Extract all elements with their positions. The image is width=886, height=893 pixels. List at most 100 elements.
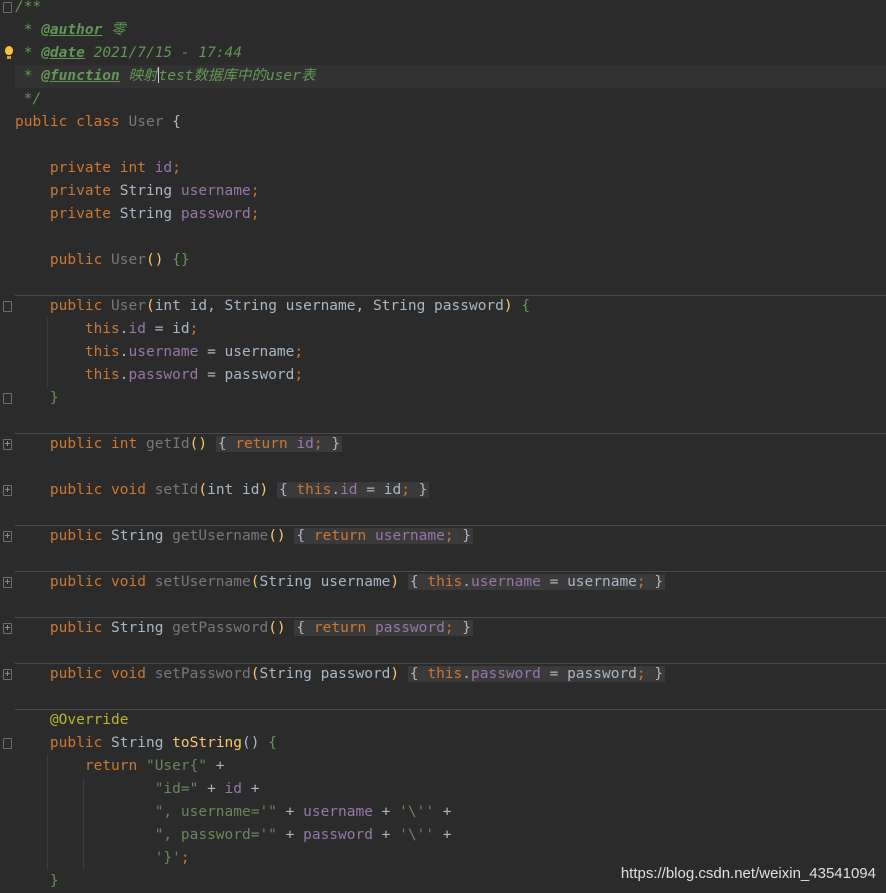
expand-icon[interactable]	[3, 669, 12, 680]
fold-toggle-icon[interactable]	[3, 301, 12, 312]
string-literal: "id="	[154, 781, 199, 797]
field-name: id	[224, 781, 243, 797]
javadoc-date-value: 2021/7/15 - 17:44	[93, 45, 242, 61]
variable: password	[224, 367, 295, 383]
code-line: ", username='" + username + '\'' +	[15, 801, 886, 824]
char-literal: '\''	[399, 804, 435, 820]
keyword: public	[49, 620, 103, 636]
field-name: username	[180, 183, 251, 199]
code-line: this.username = username;	[15, 341, 886, 364]
javadoc-author-value: 零	[111, 22, 126, 38]
method-separator	[15, 432, 886, 434]
field-name: username	[471, 574, 541, 590]
code-line: "id=" + id +	[15, 778, 886, 801]
keyword: this	[84, 367, 120, 383]
code-line: public String getPassword() { return pas…	[3, 616, 886, 640]
code-line: */	[15, 88, 886, 111]
fold-toggle-icon[interactable]	[3, 738, 12, 749]
expand-icon[interactable]	[3, 485, 12, 496]
code-line: private int id;	[49, 160, 181, 176]
keyword: return	[235, 436, 288, 452]
keyword: public	[49, 574, 103, 590]
javadoc-function-value: 映射	[128, 68, 158, 84]
brace: {	[172, 114, 181, 130]
code-line: private String password;	[49, 206, 260, 222]
param-list: String username	[259, 574, 391, 590]
keyword: public	[49, 666, 103, 682]
code-line: public void setUsername(String username)…	[3, 570, 886, 594]
keyword: private	[49, 183, 112, 199]
keyword: public	[15, 114, 68, 130]
code-line: this.password = password;	[15, 364, 886, 387]
expand-icon[interactable]	[3, 623, 12, 634]
method-separator	[15, 294, 886, 296]
javadoc-close: */	[23, 91, 42, 107]
code-line: * @date 2021/7/15 - 17:44	[5, 42, 886, 65]
code-editor[interactable]: /** * @author 零 * @date 2021/7/15 - 17:4…	[3, 0, 886, 893]
param-list: String password	[259, 666, 391, 682]
field-name: password	[128, 367, 199, 383]
field-name: id	[128, 321, 146, 337]
lightbulb-icon[interactable]	[5, 46, 13, 59]
fold-toggle-icon[interactable]	[3, 2, 12, 13]
expand-icon[interactable]	[3, 577, 12, 588]
empty-body: {}	[172, 252, 190, 268]
char-literal: '\''	[399, 827, 435, 843]
type: String	[111, 620, 164, 636]
string-literal: ", username='"	[154, 804, 277, 820]
type: void	[111, 482, 146, 498]
method-name: getUsername	[172, 528, 269, 544]
field-name: password	[471, 666, 541, 682]
type: void	[111, 574, 146, 590]
keyword: public	[49, 735, 103, 751]
code-line: private String username;	[49, 183, 260, 199]
type: int	[111, 436, 138, 452]
field-name: id	[296, 436, 314, 452]
code-line: @Override	[15, 708, 886, 732]
type: String	[119, 183, 173, 199]
field-name: password	[180, 206, 251, 222]
keyword: public	[49, 298, 103, 314]
javadoc-author-tag: @author	[41, 22, 103, 38]
expand-icon[interactable]	[3, 531, 12, 542]
method-name: setId	[154, 482, 199, 498]
field-name: id	[154, 160, 173, 176]
method-name: setUsername	[154, 574, 251, 590]
code-line: this.id = id;	[15, 318, 886, 341]
field-name: password	[303, 827, 373, 843]
field-name: password	[375, 620, 445, 636]
string-literal: "User{"	[145, 758, 208, 774]
keyword: public	[49, 252, 103, 268]
code-line-current: * @function 映射test数据库中的user表	[15, 65, 886, 88]
code-line: public User(int id, String username, Str…	[3, 294, 886, 318]
code-line: public class User {	[15, 111, 886, 134]
method-separator	[15, 524, 886, 526]
method-name: toString	[172, 735, 243, 751]
constructor-name: User	[111, 298, 146, 314]
field-name: username	[303, 804, 373, 820]
keyword: this	[296, 482, 332, 498]
fold-toggle-icon[interactable]	[3, 393, 12, 404]
keyword: this	[427, 574, 463, 590]
keyword: this	[84, 344, 120, 360]
param-list: int id	[207, 482, 260, 498]
watermark: https://blog.csdn.net/weixin_43541094	[620, 865, 876, 882]
javadoc-function-tag: @function	[41, 68, 120, 84]
code-line: * @author 零	[15, 22, 126, 38]
char-literal: '}'	[154, 850, 181, 866]
method-name: getPassword	[172, 620, 269, 636]
code-line: /**	[3, 0, 886, 19]
expand-icon[interactable]	[3, 439, 12, 450]
keyword: return	[84, 758, 138, 774]
type: int	[119, 160, 146, 176]
type: String	[111, 528, 164, 544]
constructor-name: User	[111, 252, 146, 268]
keyword: class	[76, 114, 120, 130]
